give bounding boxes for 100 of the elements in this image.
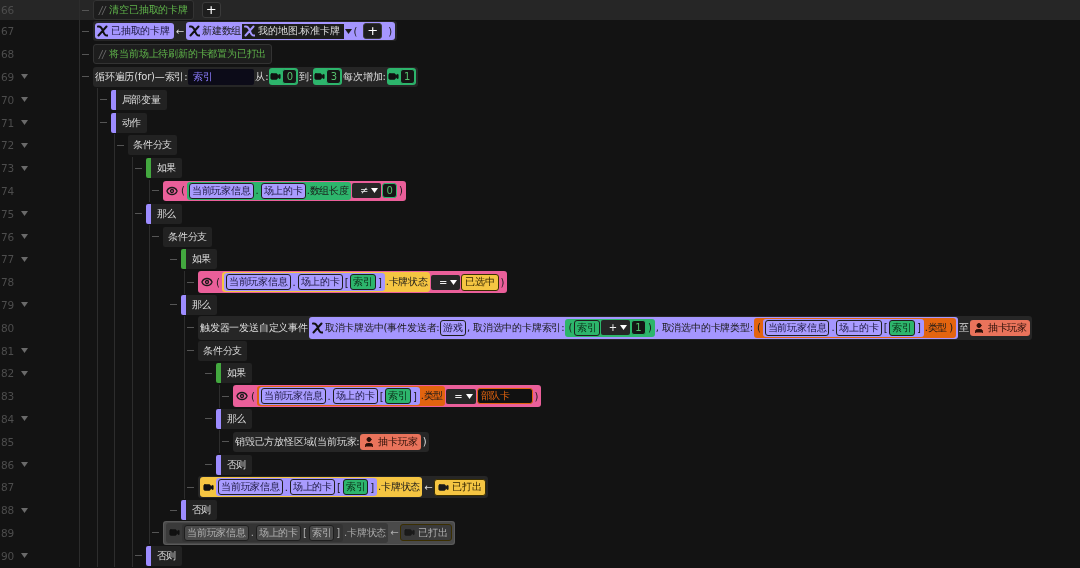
value-tag[interactable]: 已选中 [461, 273, 499, 291]
reference-tag[interactable]: 当前玩家信息 [764, 319, 830, 336]
add-button[interactable]: + [363, 23, 383, 40]
fold-caret-icon[interactable] [21, 97, 28, 103]
section-label[interactable]: 如果 [145, 158, 183, 179]
expression-text: .数组长度 [306, 183, 349, 198]
index-tag[interactable]: 索引 [342, 479, 369, 496]
block-label[interactable]: 条件分支 [163, 226, 213, 247]
section-label[interactable]: 局部变量 [110, 89, 167, 110]
line-number: 80 [0, 321, 15, 334]
section-label[interactable]: 否则 [215, 454, 253, 475]
line-number: 75 [0, 207, 15, 220]
number-input[interactable]: 3 [313, 68, 343, 86]
value-text: 已打出 [452, 480, 482, 495]
fold-caret-icon[interactable] [21, 507, 28, 513]
symbol-text: [ [302, 527, 308, 539]
player-tag[interactable]: 抽卡玩家 [969, 319, 1030, 336]
reference-tag[interactable]: 当前玩家信息 [218, 479, 283, 496]
reference-tag[interactable]: 当前玩家信息 [225, 274, 291, 291]
operator-dropdown[interactable]: ≠ [351, 183, 382, 199]
tree-connector [204, 372, 212, 374]
index-tag[interactable]: 索引 [350, 274, 376, 291]
symbol-text: [ [336, 481, 342, 493]
line-number: 77 [0, 253, 15, 266]
value-tag[interactable]: 已打出 [434, 478, 486, 496]
symbol-text: ] [915, 322, 922, 334]
section-label[interactable]: 那么 [215, 408, 253, 429]
tree-connector [187, 327, 194, 329]
reference-tag[interactable]: 当前玩家信息 [188, 182, 254, 199]
tree-connector [134, 213, 142, 215]
line-number: 81 [0, 344, 15, 357]
section-label[interactable]: 否则 [145, 545, 183, 566]
fold-caret-icon[interactable] [21, 462, 28, 468]
reference-tag[interactable]: 场上的卡 [332, 388, 378, 405]
section-label[interactable]: 动作 [110, 112, 148, 133]
eye-icon [166, 184, 178, 197]
number-field[interactable]: 0 [282, 69, 298, 85]
reference-tag[interactable]: 当前玩家信息 [260, 388, 326, 405]
reference-tag[interactable]: 场上的卡 [260, 182, 306, 199]
fold-caret-icon[interactable] [21, 553, 28, 559]
reference-tag[interactable]: 场上的卡 [297, 274, 343, 291]
player-tag[interactable]: 抽卡玩家 [360, 433, 421, 450]
variable-dropdown[interactable]: 我的地图.标准卡牌 [242, 23, 344, 39]
value-field[interactable]: 部队卡 [476, 388, 533, 405]
section-label[interactable]: 否则 [180, 500, 218, 521]
block-label[interactable]: 条件分支 [128, 135, 178, 156]
fold-caret-icon[interactable] [21, 234, 28, 240]
fold-caret-icon[interactable] [21, 165, 28, 171]
fold-caret-icon[interactable] [21, 74, 28, 80]
value-text: 已打出 [418, 525, 448, 540]
symbol-text: ( [180, 185, 186, 197]
tree-connector [134, 167, 142, 169]
reference-tag[interactable]: 游戏 [440, 319, 467, 336]
tree-connector [222, 395, 229, 397]
fold-caret-icon[interactable] [21, 120, 28, 126]
line-number: 72 [0, 139, 15, 152]
reference-tag[interactable]: 场上的卡 [289, 479, 335, 496]
fold-caret-icon[interactable] [21, 256, 28, 262]
symbol-text: ] [412, 390, 418, 402]
index-tag[interactable]: 索引 [574, 319, 600, 336]
caret-icon [465, 393, 473, 399]
operator-dropdown[interactable]: = [430, 274, 461, 290]
operator-dropdown[interactable]: = [446, 388, 476, 404]
reference-tag[interactable]: 场上的卡 [836, 319, 882, 336]
number-field[interactable]: 3 [326, 69, 342, 85]
x-icon [244, 25, 256, 38]
variable-tag[interactable]: 已抽取的卡牌 [95, 23, 174, 40]
index-tag[interactable]: 索引 [889, 319, 915, 336]
fold-caret-icon[interactable] [21, 370, 28, 376]
number-input[interactable]: 1 [386, 68, 416, 86]
section-label[interactable]: 如果 [180, 249, 218, 270]
line-number: 83 [0, 390, 15, 403]
fold-caret-icon[interactable] [21, 142, 28, 148]
add-button[interactable]: + [201, 2, 221, 18]
tree-connector [169, 509, 177, 511]
section-label[interactable]: 那么 [145, 203, 183, 224]
fold-caret-icon[interactable] [21, 211, 28, 217]
comment-slashes: // [99, 48, 106, 60]
number-field[interactable]: 1 [630, 320, 646, 336]
input-field[interactable]: 索引 [188, 69, 255, 85]
expression-text: 至 [958, 320, 969, 335]
symbol-text: [ [343, 276, 350, 288]
block-label[interactable]: 条件分支 [198, 340, 248, 361]
x-icon [189, 25, 200, 38]
number-input[interactable]: 0 [269, 68, 299, 86]
expression-text: .卡牌状态 [344, 525, 387, 540]
camera-icon [387, 71, 399, 83]
index-tag[interactable]: 索引 [385, 388, 411, 405]
section-label[interactable]: 如果 [215, 363, 253, 384]
fold-caret-icon[interactable] [21, 302, 28, 308]
expression-text: 触发器一发送自定义事件 [200, 320, 308, 335]
fold-caret-icon[interactable] [21, 348, 28, 354]
operator-dropdown[interactable]: + [600, 320, 630, 336]
number-field[interactable]: 1 [399, 69, 415, 85]
line-number: 74 [0, 184, 15, 197]
symbol-text: ← [174, 25, 185, 37]
section-label[interactable]: 那么 [180, 294, 218, 315]
symbol-text: ] [369, 481, 375, 493]
fold-caret-icon[interactable] [21, 416, 28, 422]
number-field[interactable]: 0 [382, 183, 398, 199]
